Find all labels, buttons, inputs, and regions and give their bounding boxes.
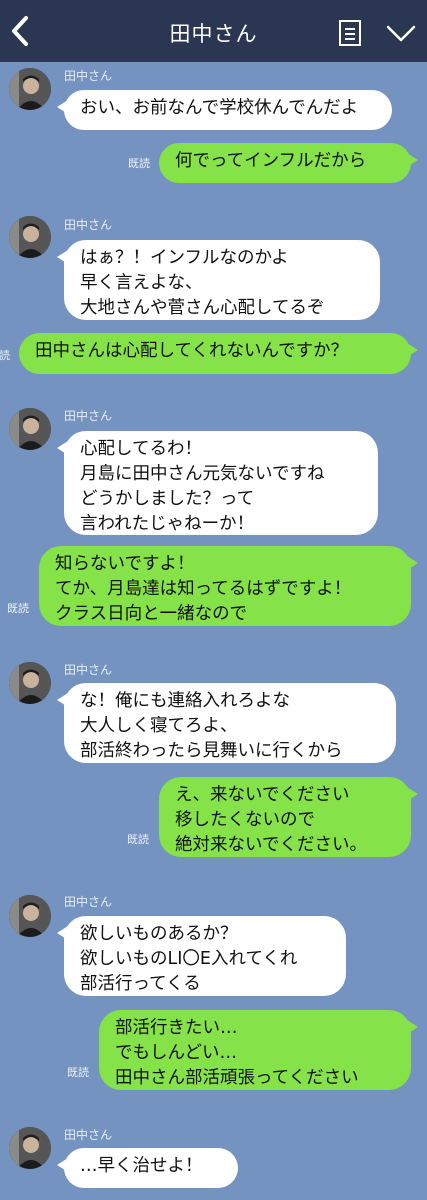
message-line: はぁ？！インフルなのかよ	[80, 248, 289, 268]
message-line: でもしんどい…	[115, 1043, 237, 1063]
message-bubble[interactable]: はぁ？！インフルなのかよ 早く言えよな、 大地さんや菅さん心配してるぞ	[57, 240, 380, 320]
sender-name: 田中さん	[64, 663, 113, 677]
message-line: 大人しく寝てろよ、	[80, 716, 238, 736]
message-bubble[interactable]: え、来ないでください 移したくないので 絶対来ないでください。	[159, 777, 418, 857]
read-receipt: 既読	[128, 157, 150, 170]
message-line: てか、月島達は知ってるはずですよ！	[55, 579, 352, 599]
read-receipt: 既読	[127, 833, 149, 846]
chat-title: 田中さん	[169, 22, 258, 46]
avatar[interactable]	[9, 216, 51, 258]
message-bubble[interactable]: 部活行きたい… でもしんどい… 田中さん部活頑張ってください	[99, 1010, 418, 1090]
chat-header: 田中さん	[0, 0, 427, 62]
message-line: 部活終わったら見舞いに行くから	[80, 741, 343, 761]
sender-name: 田中さん	[64, 69, 113, 83]
message-line: 心配してるわ！	[80, 439, 202, 459]
sender-name: 田中さん	[64, 1128, 113, 1142]
message-line: 何でってインフルだから	[175, 151, 367, 171]
avatar[interactable]	[9, 662, 51, 704]
message-line: 移したくないので	[175, 810, 315, 830]
message-line: え、来ないでください	[175, 785, 350, 805]
message-line: 田中さんは心配してくれないんですか？	[35, 341, 349, 361]
avatar[interactable]	[9, 1127, 51, 1169]
message-bubble[interactable]: 何でってインフルだから	[159, 143, 418, 183]
message-line: な！俺にも連絡入れろよな	[80, 691, 290, 711]
message-line: 欲しいものあるか？	[80, 924, 238, 944]
message-bubble[interactable]: 心配してるわ！ 月島に田中さん元気ないですね どうかしました？って 言われたじゃ…	[57, 431, 378, 535]
avatar[interactable]	[9, 895, 51, 937]
avatar[interactable]	[9, 408, 51, 450]
message-line: 早く言えよな、	[80, 273, 203, 293]
message-line: 知らないですよ！	[55, 554, 195, 574]
message-line: 大地さんや菅さん心配してるぞ	[80, 298, 325, 318]
message-line: クラス日向と一緒なので	[55, 604, 248, 624]
message-bubble[interactable]: 欲しいものあるか？ 欲しいものLI〇E入れてくれ 部活行ってくる	[57, 916, 346, 996]
message-line: どうかしました？って	[80, 489, 255, 509]
message-bubble[interactable]: 知らないですよ！ てか、月島達は知ってるはずですよ！ クラス日向と一緒なので	[39, 546, 418, 626]
message-line: 部活行ってくる	[80, 974, 201, 994]
message-line: 欲しいものLI〇E入れてくれ	[80, 949, 298, 969]
message-line: 言われたじゃねーか！	[80, 514, 255, 534]
message-line: 田中さん部活頑張ってください	[115, 1068, 359, 1088]
sender-name: 田中さん	[64, 218, 113, 232]
avatar[interactable]	[9, 68, 51, 110]
message-bubble[interactable]: 田中さんは心配してくれないんですか？	[19, 333, 418, 374]
message-line: 月島に田中さん元気ないですね	[80, 464, 325, 484]
read-receipt: 既読	[7, 602, 29, 615]
message-bubble[interactable]: な！俺にも連絡入れろよな 大人しく寝てろよ、 部活終わったら見舞いに行くから	[57, 683, 396, 763]
read-receipt: 既読	[67, 1066, 89, 1079]
message-line: …早く治せよ！	[80, 1156, 203, 1176]
read-receipt: 既読	[0, 349, 10, 362]
message-line: 部活行きたい…	[115, 1018, 238, 1038]
message-line: おい、お前なんで学校休んでんだよ	[80, 98, 359, 118]
sender-name: 田中さん	[64, 895, 113, 909]
sender-name: 田中さん	[64, 409, 113, 423]
memo-icon[interactable]	[338, 20, 362, 46]
message-bubble[interactable]: …早く治せよ！	[57, 1148, 238, 1188]
message-bubble[interactable]: おい、お前なんで学校休んでんだよ	[57, 90, 392, 130]
message-line: 絶対来ないでください。	[175, 835, 367, 855]
chevron-down-icon[interactable]	[385, 24, 417, 44]
